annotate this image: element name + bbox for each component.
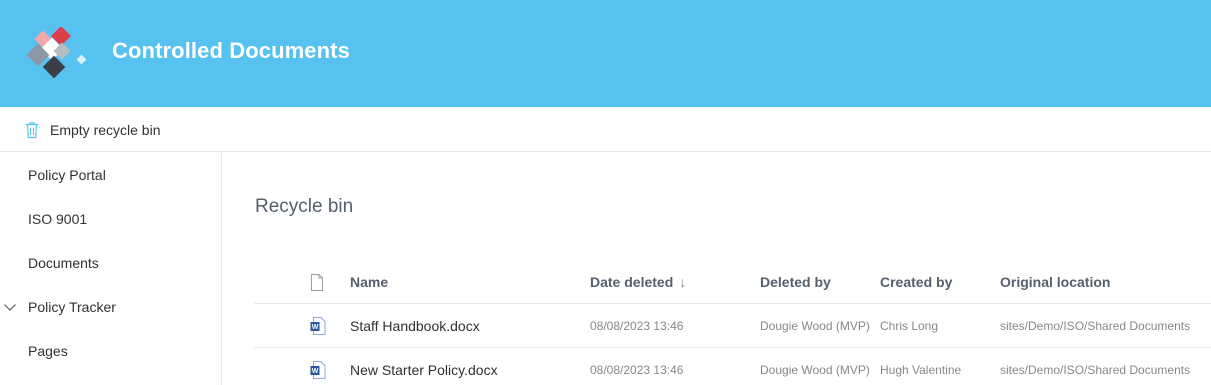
item-name-cell[interactable]: Staff Handbook.docx (350, 304, 580, 348)
date-deleted-cell: 08/08/2023 13:46 (590, 304, 750, 348)
site-title[interactable]: Controlled Documents (112, 38, 350, 64)
svg-text:W: W (312, 368, 319, 375)
trash-icon (26, 122, 38, 139)
file-icon (311, 273, 323, 291)
nav-item-label: ISO 9001 (28, 211, 88, 227)
sort-descending-icon: ↓ (679, 274, 687, 290)
nav-item-label: Policy Portal (28, 167, 106, 183)
column-header-label: Deleted by (760, 274, 831, 290)
list-header-row: Name Date deleted ↓ Deleted by Created b… (254, 260, 1211, 304)
nav-item-policy-tracker[interactable]: Policy Tracker (0, 285, 221, 329)
nav-item-pages[interactable]: Pages (0, 329, 221, 373)
main-content: Recycle bin Name Date deleted ↓ Deleted … (222, 152, 1211, 385)
site-logo-icon[interactable] (26, 26, 90, 81)
item-name-cell[interactable]: New Starter Policy.docx (350, 348, 580, 385)
deleted-by-value: Dougie Wood (MVP) (760, 319, 870, 333)
created-by-cell: Hugh Valentine (880, 348, 995, 385)
empty-recycle-bin-label: Empty recycle bin (50, 122, 161, 138)
column-header-label: Created by (880, 274, 953, 290)
item-name-link[interactable]: New Starter Policy.docx (350, 362, 498, 378)
nav-item-label: Policy Tracker (28, 299, 116, 315)
column-header-label: Date deleted (590, 274, 674, 290)
original-location-cell: sites/Demo/ISO/Shared Documents (1000, 304, 1211, 348)
item-name-link[interactable]: Staff Handbook.docx (350, 318, 480, 334)
date-deleted-value: 08/08/2023 13:46 (590, 363, 684, 377)
created-by-value: Hugh Valentine (880, 363, 962, 377)
recycle-bin-list: Name Date deleted ↓ Deleted by Created b… (254, 260, 1211, 385)
column-header-type[interactable] (310, 260, 334, 304)
page-title: Recycle bin (255, 196, 354, 217)
column-header-label: Original location (1000, 274, 1111, 290)
command-bar: Empty recycle bin (0, 107, 1211, 152)
nav-item-policy-portal[interactable]: Policy Portal (0, 153, 221, 197)
created-by-value: Chris Long (880, 319, 939, 333)
word-doc-icon: W (310, 361, 326, 379)
original-location-cell: sites/Demo/ISO/Shared Documents (1000, 348, 1211, 385)
column-header-name[interactable]: Name (350, 260, 580, 304)
file-type-cell: W (310, 304, 334, 348)
deleted-by-cell: Dougie Wood (MVP) (760, 304, 875, 348)
column-header-original-location[interactable]: Original location (1000, 260, 1211, 304)
file-type-cell: W (310, 348, 334, 385)
date-deleted-value: 08/08/2023 13:46 (590, 319, 684, 333)
chevron-down-icon[interactable] (3, 300, 17, 314)
column-header-label: Name (350, 274, 389, 290)
original-location-value: sites/Demo/ISO/Shared Documents (1000, 363, 1191, 377)
site-header: Controlled Documents (0, 0, 1211, 107)
deleted-by-value: Dougie Wood (MVP) (760, 363, 870, 377)
deleted-by-cell: Dougie Wood (MVP) (760, 348, 875, 385)
column-header-created-by[interactable]: Created by (880, 260, 995, 304)
svg-text:W: W (312, 324, 319, 331)
list-item[interactable]: W New Starter Policy.docx 08/08/2023 13:… (254, 348, 1211, 385)
column-header-date-deleted[interactable]: Date deleted ↓ (590, 260, 750, 304)
word-doc-icon: W (310, 317, 326, 335)
nav-item-iso-9001[interactable]: ISO 9001 (0, 197, 221, 241)
nav-item-label: Pages (28, 343, 68, 359)
empty-recycle-bin-button[interactable]: Empty recycle bin (24, 119, 160, 141)
nav-item-label: Documents (28, 255, 99, 271)
left-navigation: Policy Portal ISO 9001 Documents Policy … (0, 152, 222, 385)
list-item[interactable]: W Staff Handbook.docx 08/08/2023 13:46 D… (254, 304, 1211, 348)
original-location-value: sites/Demo/ISO/Shared Documents (1000, 319, 1191, 333)
nav-item-documents[interactable]: Documents (0, 241, 221, 285)
created-by-cell: Chris Long (880, 304, 995, 348)
date-deleted-cell: 08/08/2023 13:46 (590, 348, 750, 385)
column-header-deleted-by[interactable]: Deleted by (760, 260, 875, 304)
